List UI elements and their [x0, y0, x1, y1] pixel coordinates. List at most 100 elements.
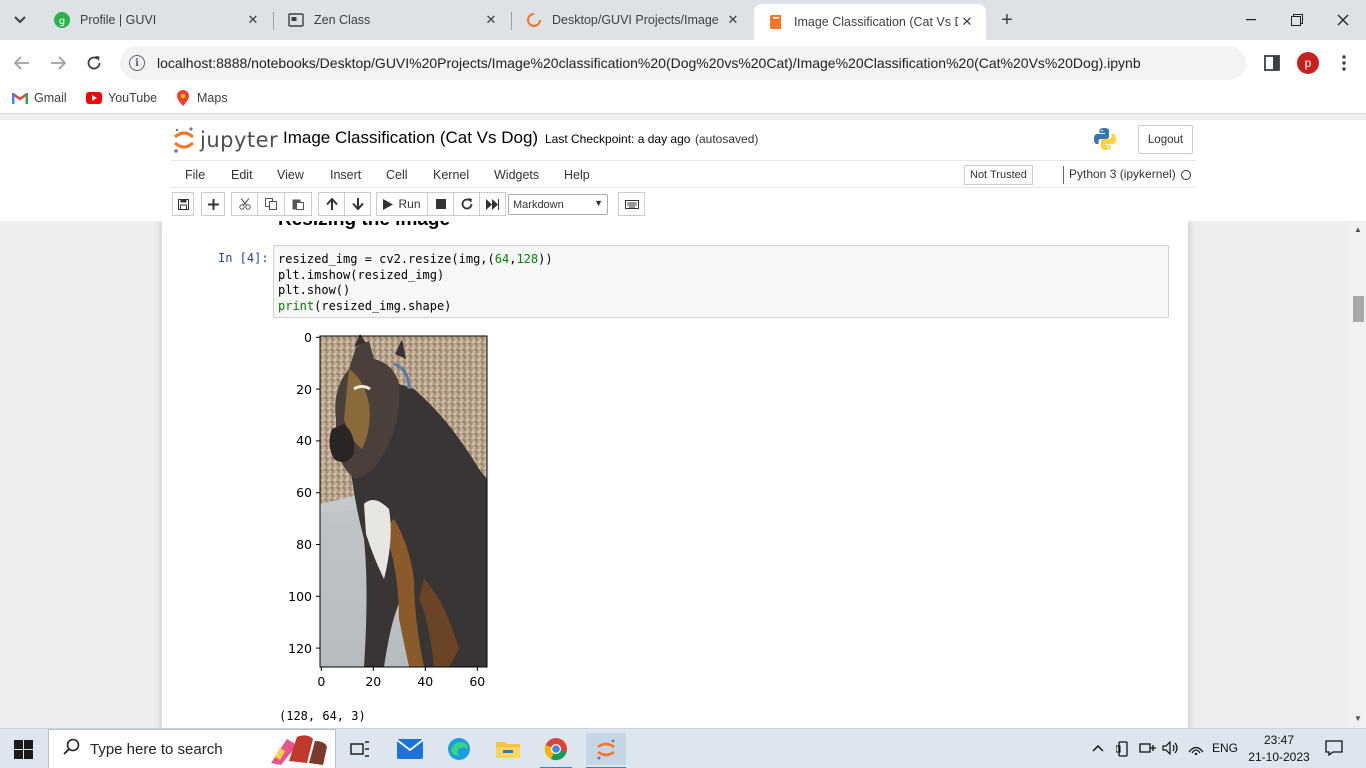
insert-cell-button[interactable] — [201, 192, 225, 216]
x-tick-label: 60 — [469, 674, 485, 689]
move-down-button[interactable] — [344, 192, 371, 216]
tab-title: Desktop/GUVI Projects/Image — [552, 13, 719, 27]
bookmark-gmail[interactable]: Gmail — [12, 91, 67, 105]
y-axis: 0 20 40 60 80 100 120 — [288, 330, 320, 656]
search-placeholder: Type here to search — [90, 740, 223, 758]
keyboard-icon — [624, 199, 639, 209]
taskbar-search[interactable]: Type here to search — [48, 729, 336, 768]
run-button[interactable]: Run — [376, 192, 428, 216]
bookmark-maps[interactable]: Maps — [175, 90, 228, 106]
more-options-icon[interactable] — [1335, 54, 1353, 72]
mail-app-icon[interactable] — [394, 733, 426, 765]
edge-browser-icon[interactable] — [443, 733, 475, 765]
logout-button[interactable]: Logout — [1138, 125, 1193, 154]
code-line: print(resized_img.shape) — [278, 298, 452, 313]
y-tick-label: 100 — [288, 589, 312, 604]
tab-search-chevron-icon[interactable] — [6, 6, 34, 34]
kernel-idle-indicator-icon — [1181, 170, 1191, 180]
command-palette-button[interactable] — [618, 192, 645, 216]
jupyter-logo-text: jupyter — [200, 128, 279, 152]
close-tab-icon[interactable]: ✕ — [244, 11, 262, 29]
plus-icon — [207, 198, 219, 210]
site-info-icon[interactable]: i — [129, 55, 145, 71]
menu-kernel[interactable]: Kernel — [433, 168, 469, 182]
scroll-down-arrow-icon[interactable]: ▼ — [1354, 714, 1362, 723]
cell-type-value: Markdown — [513, 198, 564, 211]
menu-edit[interactable]: Edit — [231, 168, 253, 182]
y-tick-label: 120 — [288, 641, 312, 656]
back-button[interactable] — [8, 49, 36, 77]
jupyter-logo[interactable]: jupyter — [172, 126, 278, 154]
menu-cell[interactable]: Cell — [386, 168, 408, 182]
code-cell-input[interactable]: resized_img = cv2.resize(img,(64,128)) p… — [273, 245, 1169, 318]
system-clock[interactable]: 23:47 21-10-2023 — [1248, 732, 1310, 766]
jupyter-header: jupyter Image Classification (Cat Vs Dog… — [0, 120, 1366, 221]
menu-widgets[interactable]: Widgets — [494, 168, 539, 182]
paste-button[interactable] — [284, 192, 312, 216]
menu-view[interactable]: View — [277, 168, 304, 182]
clock-time: 23:47 — [1263, 733, 1295, 747]
reload-button[interactable] — [80, 49, 108, 77]
svg-text:g: g — [59, 16, 65, 27]
move-up-button[interactable] — [318, 192, 345, 216]
tab-title: Zen Class — [314, 13, 371, 27]
youtube-icon — [86, 91, 102, 105]
cell-type-select[interactable]: Markdown ▼ — [508, 194, 608, 215]
tab-zen-class[interactable]: Zen Class ✕ — [274, 4, 510, 36]
task-view-icon[interactable] — [344, 733, 376, 765]
file-explorer-icon[interactable] — [492, 733, 524, 765]
arrow-down-icon — [351, 198, 364, 210]
restart-kernel-button[interactable] — [453, 192, 480, 216]
wifi-icon[interactable] — [1188, 741, 1204, 758]
menu-help[interactable]: Help — [564, 168, 590, 182]
y-tick-label: 20 — [296, 382, 312, 397]
show-hidden-icons-chevron-icon[interactable] — [1092, 741, 1104, 755]
notebook-page: Resizing the image In [4]: resized_img =… — [162, 221, 1188, 728]
input-prompt: In [4]: — [218, 251, 269, 265]
minimize-button[interactable] — [1228, 0, 1274, 40]
close-tab-icon[interactable]: ✕ — [724, 11, 742, 29]
y-tick-label: 60 — [296, 485, 312, 500]
page-scrollbar[interactable]: ▲ ▼ — [1350, 221, 1366, 728]
kernel-name[interactable]: Python 3 (ipykernel) — [1069, 167, 1176, 181]
close-tab-icon[interactable]: ✕ — [482, 11, 500, 29]
cut-button[interactable] — [231, 192, 258, 216]
close-window-button[interactable] — [1320, 0, 1366, 40]
scroll-up-arrow-icon[interactable]: ▲ — [1354, 225, 1362, 234]
windows-start-icon[interactable] — [14, 740, 34, 763]
x-tick-label: 40 — [417, 674, 433, 689]
new-tab-button[interactable]: + — [995, 8, 1019, 32]
tab-image-classification[interactable]: Image Classification (Cat Vs Do ✕ — [754, 4, 986, 40]
guvi-favicon-icon: g — [54, 12, 70, 28]
side-panel-icon[interactable] — [1263, 54, 1281, 72]
forward-button[interactable] — [44, 49, 72, 77]
tab-profile-guvi[interactable]: g Profile | GUVI ✕ — [40, 4, 272, 36]
save-icon — [177, 198, 189, 210]
notebook-title[interactable]: Image Classification (Cat Vs Dog) — [283, 128, 538, 148]
device-icon[interactable] — [1115, 741, 1130, 760]
notifications-icon[interactable] — [1325, 740, 1343, 759]
jupyter-logo-icon — [174, 127, 194, 153]
network-icon[interactable] — [1139, 741, 1157, 758]
kernel-divider — [1063, 166, 1064, 184]
bookmark-youtube[interactable]: YouTube — [86, 91, 157, 105]
scrollbar-thumb[interactable] — [1353, 296, 1364, 322]
copy-button[interactable] — [257, 192, 285, 216]
jupyter-taskbar-icon[interactable] — [586, 733, 626, 768]
restart-run-all-button[interactable] — [479, 192, 506, 216]
menu-insert[interactable]: Insert — [330, 168, 361, 182]
copy-icon — [265, 198, 277, 210]
save-button[interactable] — [172, 192, 194, 216]
restore-button[interactable] — [1274, 0, 1320, 40]
volume-icon[interactable] — [1162, 740, 1180, 758]
profile-avatar[interactable]: p — [1297, 52, 1319, 74]
interrupt-kernel-button[interactable] — [427, 192, 454, 216]
language-indicator[interactable]: ENG — [1212, 741, 1238, 755]
not-trusted-button[interactable]: Not Trusted — [964, 165, 1033, 185]
code-line: plt.show() — [278, 283, 351, 297]
chrome-icon[interactable] — [540, 733, 572, 768]
menu-file[interactable]: File — [185, 168, 205, 182]
close-tab-icon[interactable]: ✕ — [958, 13, 976, 31]
address-bar[interactable]: i localhost:8888/notebooks/Desktop/GUVI%… — [120, 46, 1246, 80]
tab-desktop-guvi-projects[interactable]: Desktop/GUVI Projects/Image ✕ — [512, 4, 752, 36]
